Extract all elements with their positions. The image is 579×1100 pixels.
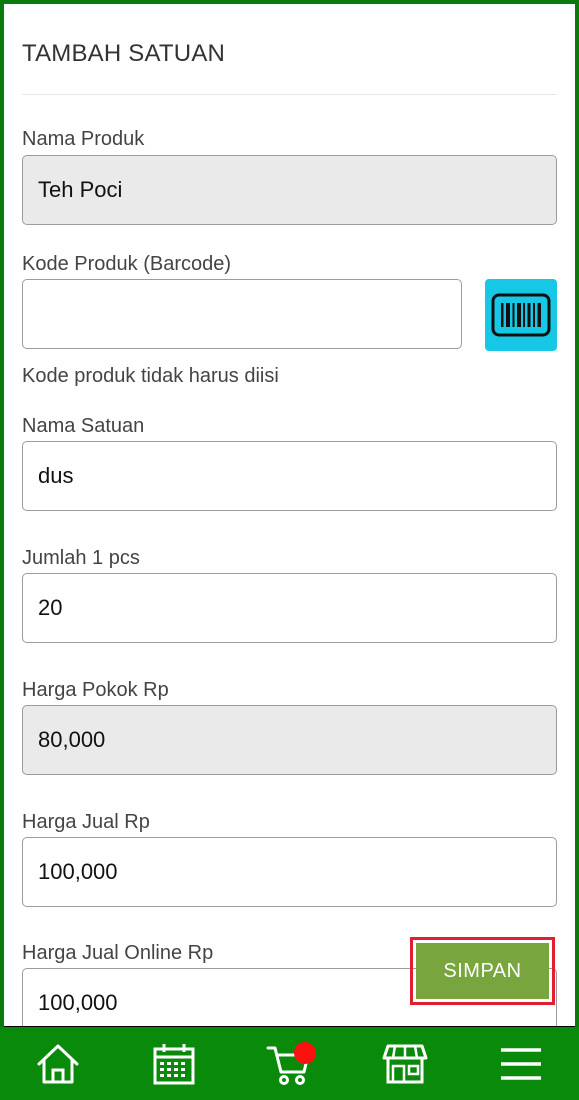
cart-badge [294,1041,317,1064]
barcode-icon [491,293,551,337]
harga-pokok-field: 80,000 [22,705,557,775]
home-icon [37,1044,79,1083]
nav-home[interactable] [28,1034,88,1094]
nama-satuan-label: Nama Satuan [22,415,145,437]
nama-satuan-input[interactable]: dus [22,441,557,511]
harga-jual-online-value: 100,000 [38,990,118,1015]
harga-pokok-value: 80,000 [38,727,106,752]
save-button-highlight: SIMPAN [410,937,555,1005]
form-page: TAMBAH SATUAN Nama Produk Teh Poci Kode … [4,4,575,1026]
save-button[interactable]: SIMPAN [416,943,549,999]
kode-produk-input[interactable] [22,279,462,349]
kode-produk-label: Kode Produk (Barcode) [22,253,232,275]
calendar-icon [153,1043,195,1084]
nama-produk-value: Teh Poci [38,177,123,202]
title-divider [22,94,557,95]
barcode-scan-button[interactable] [485,279,557,351]
jumlah-label: Jumlah 1 pcs [22,547,140,569]
menu-icon [501,1047,542,1080]
nama-produk-label: Nama Produk [22,128,145,150]
nav-menu[interactable] [491,1034,551,1094]
nav-calendar[interactable] [144,1034,204,1094]
nav-store[interactable] [375,1034,435,1094]
store-icon [382,1044,428,1083]
bottom-nav [0,1027,579,1100]
nama-satuan-value: dus [38,463,74,488]
harga-jual-label: Harga Jual Rp [22,811,150,833]
page-title: TAMBAH SATUAN [22,40,226,67]
harga-jual-input[interactable]: 100,000 [22,837,557,907]
nama-produk-field: Teh Poci [22,155,557,225]
nav-cart[interactable] [259,1034,319,1094]
kode-produk-help: Kode produk tidak harus diisi [22,365,279,387]
harga-pokok-label: Harga Pokok Rp [22,679,169,701]
harga-jual-value: 100,000 [38,859,118,884]
jumlah-input[interactable]: 20 [22,573,557,643]
harga-jual-online-label: Harga Jual Online Rp [22,942,214,964]
jumlah-value: 20 [38,595,63,620]
